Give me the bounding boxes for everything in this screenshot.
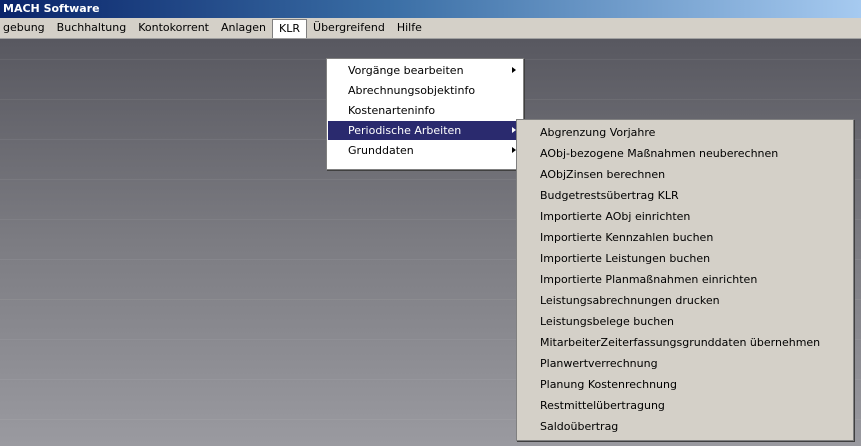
submenu-item-aobj-zinsen-berechnen[interactable]: AObjZinsen berechnen xyxy=(518,165,852,184)
submenu-item-zeiterfassung-uebernehmen[interactable]: MitarbeiterZeiterfassungsgrunddaten über… xyxy=(518,333,852,352)
submenu-item-leistungsbelege-buchen[interactable]: Leistungsbelege buchen xyxy=(518,312,852,331)
submenu-item-importierte-leistungen[interactable]: Importierte Leistungen buchen xyxy=(518,249,852,268)
menu-kontokorrent[interactable]: Kontokorrent xyxy=(132,18,215,38)
submenu-item-abgrenzung-vorjahre[interactable]: Abgrenzung Vorjahre xyxy=(518,123,852,142)
menu-item-abrechnungsobjektinfo[interactable]: Abrechnungsobjektinfo xyxy=(328,81,522,100)
window-title: MACH Software xyxy=(3,2,100,15)
submenu-item-saldouebertrag[interactable]: Saldoübertrag xyxy=(518,417,852,436)
menu-klr[interactable]: KLR xyxy=(272,18,308,38)
title-bar: MACH Software xyxy=(0,0,861,18)
menu-bar: gebung Buchhaltung Kontokorrent Anlagen … xyxy=(0,18,861,39)
menu-uebergreifend[interactable]: Übergreifend xyxy=(307,18,391,38)
submenu-item-restmitteluebertragung[interactable]: Restmittelübertragung xyxy=(518,396,852,415)
menu-buchhaltung[interactable]: Buchhaltung xyxy=(51,18,133,38)
periodische-arbeiten-submenu: Abgrenzung Vorjahre AObj-bezogene Maßnah… xyxy=(516,119,854,441)
submenu-item-planwertverrechnung[interactable]: Planwertverrechnung xyxy=(518,354,852,373)
menu-item-label: Periodische Arbeiten xyxy=(348,124,462,137)
menu-item-periodische-arbeiten[interactable]: Periodische Arbeiten xyxy=(328,121,522,140)
menu-hilfe[interactable]: Hilfe xyxy=(391,18,428,38)
klr-dropdown-menu: Vorgänge bearbeiten Abrechnungsobjektinf… xyxy=(326,58,524,170)
submenu-item-importierte-kennzahlen[interactable]: Importierte Kennzahlen buchen xyxy=(518,228,852,247)
submenu-item-importierte-planmassnahmen[interactable]: Importierte Planmaßnahmen einrichten xyxy=(518,270,852,289)
submenu-item-importierte-aobj[interactable]: Importierte AObj einrichten xyxy=(518,207,852,226)
menu-item-grunddaten[interactable]: Grunddaten xyxy=(328,141,522,160)
menu-item-label: Vorgänge bearbeiten xyxy=(348,64,464,77)
submenu-item-budgetrestsuebertrag[interactable]: Budgetrestsübertrag KLR xyxy=(518,186,852,205)
app-window: MACH Software gebung Buchhaltung Kontoko… xyxy=(0,0,861,446)
menu-anlagen[interactable]: Anlagen xyxy=(215,18,272,38)
submenu-arrow-icon xyxy=(512,67,516,73)
menu-umgebung[interactable]: gebung xyxy=(0,18,51,38)
menu-item-kostenarteninfo[interactable]: Kostenarteninfo xyxy=(328,101,522,120)
submenu-item-aobj-massnahmen-neuberechnen[interactable]: AObj-bezogene Maßnahmen neuberechnen xyxy=(518,144,852,163)
menu-item-vorgaenge-bearbeiten[interactable]: Vorgänge bearbeiten xyxy=(328,61,522,80)
menu-item-label: Abrechnungsobjektinfo xyxy=(348,84,476,97)
submenu-item-leistungsabrechnungen-drucken[interactable]: Leistungsabrechnungen drucken xyxy=(518,291,852,310)
menu-item-label: Kostenarteninfo xyxy=(348,104,436,117)
menu-item-label: Grunddaten xyxy=(348,144,414,157)
submenu-item-planung-kostenrechnung[interactable]: Planung Kostenrechnung xyxy=(518,375,852,394)
